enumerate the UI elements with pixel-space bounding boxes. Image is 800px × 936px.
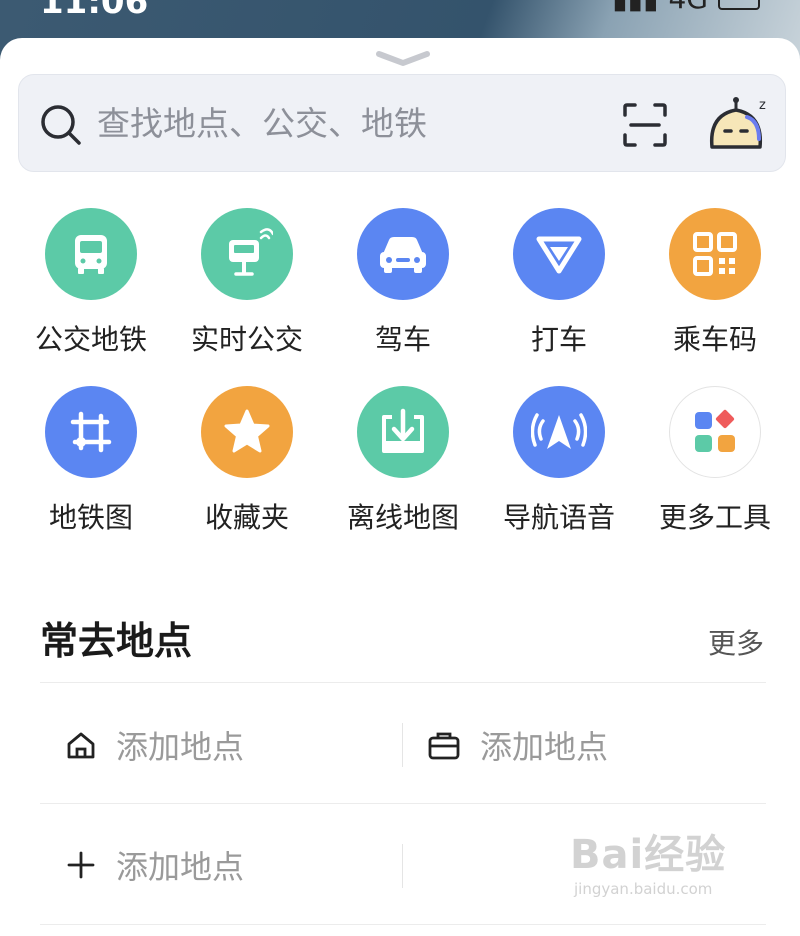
- signal-icon: ▮▮▮: [612, 0, 658, 15]
- add-custom-label: 添加地点: [116, 848, 245, 886]
- tool-ride-code[interactable]: 乘车码: [637, 208, 793, 358]
- star-icon: [201, 386, 293, 478]
- tool-more-tools[interactable]: 更多工具: [637, 386, 793, 536]
- status-indicators: ▮▮▮ 4G: [612, 0, 760, 15]
- watermark-sub: jingyan.baidu.com: [574, 880, 713, 898]
- divider: [402, 844, 403, 888]
- qr-code-icon: [669, 208, 761, 300]
- tool-label: 驾车: [374, 323, 431, 356]
- tool-favorites[interactable]: 收藏夹: [169, 386, 325, 536]
- subway-map-icon: [45, 386, 137, 478]
- bus-icon: [45, 208, 137, 300]
- scan-icon[interactable]: [621, 101, 669, 149]
- add-home-label: 添加地点: [116, 728, 245, 766]
- briefcase-icon: [428, 732, 460, 760]
- add-custom-place[interactable]: 添加地点: [66, 835, 244, 895]
- realtime-bus-icon: [201, 208, 293, 300]
- home-icon: [67, 732, 95, 759]
- network-label: 4G: [668, 0, 708, 15]
- add-home-place[interactable]: 添加地点: [66, 715, 244, 775]
- sheet-handle-chevron-icon[interactable]: [375, 48, 431, 68]
- bottom-sheet: z 公交地铁: [0, 38, 800, 936]
- tool-label: 离线地图: [346, 501, 459, 534]
- add-work-label: 添加地点: [480, 728, 609, 766]
- plus-icon: [67, 851, 95, 879]
- divider: [40, 682, 766, 683]
- tool-bus-subway[interactable]: 公交地铁: [13, 208, 169, 358]
- tool-label: 收藏夹: [204, 501, 289, 534]
- tool-label: 更多工具: [658, 501, 771, 534]
- tool-label: 公交地铁: [34, 323, 147, 356]
- tool-taxi[interactable]: 打车: [481, 208, 637, 358]
- tool-subway-map[interactable]: 地铁图: [13, 386, 169, 536]
- car-icon: [357, 208, 449, 300]
- offline-download-icon: [357, 386, 449, 478]
- frequent-more-link[interactable]: 更多: [708, 622, 764, 662]
- tool-realtime-bus[interactable]: 实时公交: [169, 208, 325, 358]
- tool-label: 乘车码: [672, 323, 757, 356]
- watermark-main: Bai经验: [570, 832, 727, 878]
- taxi-icon: [513, 208, 605, 300]
- watermark: Bai经验 jingyan.baidu.com: [570, 822, 726, 898]
- frequent-places-title: 常去地点: [40, 619, 193, 663]
- divider: [402, 723, 403, 767]
- svg-text:z: z: [759, 98, 766, 113]
- navigation-voice-icon: [513, 386, 605, 478]
- add-work-place[interactable]: 添加地点: [428, 715, 608, 775]
- more-tools-icon: [669, 386, 761, 478]
- tool-drive[interactable]: 驾车: [325, 208, 481, 358]
- assistant-robot-icon[interactable]: z: [707, 95, 773, 157]
- search-icon: [41, 105, 81, 145]
- battery-icon: [718, 0, 760, 10]
- tool-label: 实时公交: [190, 323, 303, 356]
- search-input[interactable]: [97, 101, 557, 145]
- divider: [40, 803, 766, 804]
- search-bar[interactable]: z: [18, 74, 786, 172]
- tool-label: 打车: [530, 323, 587, 356]
- status-time: 11:06: [40, 0, 149, 22]
- tool-navigation-voice[interactable]: 导航语音: [481, 386, 637, 536]
- tool-label: 导航语音: [502, 501, 615, 534]
- tool-label: 地铁图: [48, 501, 133, 534]
- tool-offline-map[interactable]: 离线地图: [325, 386, 481, 536]
- divider: [40, 924, 766, 925]
